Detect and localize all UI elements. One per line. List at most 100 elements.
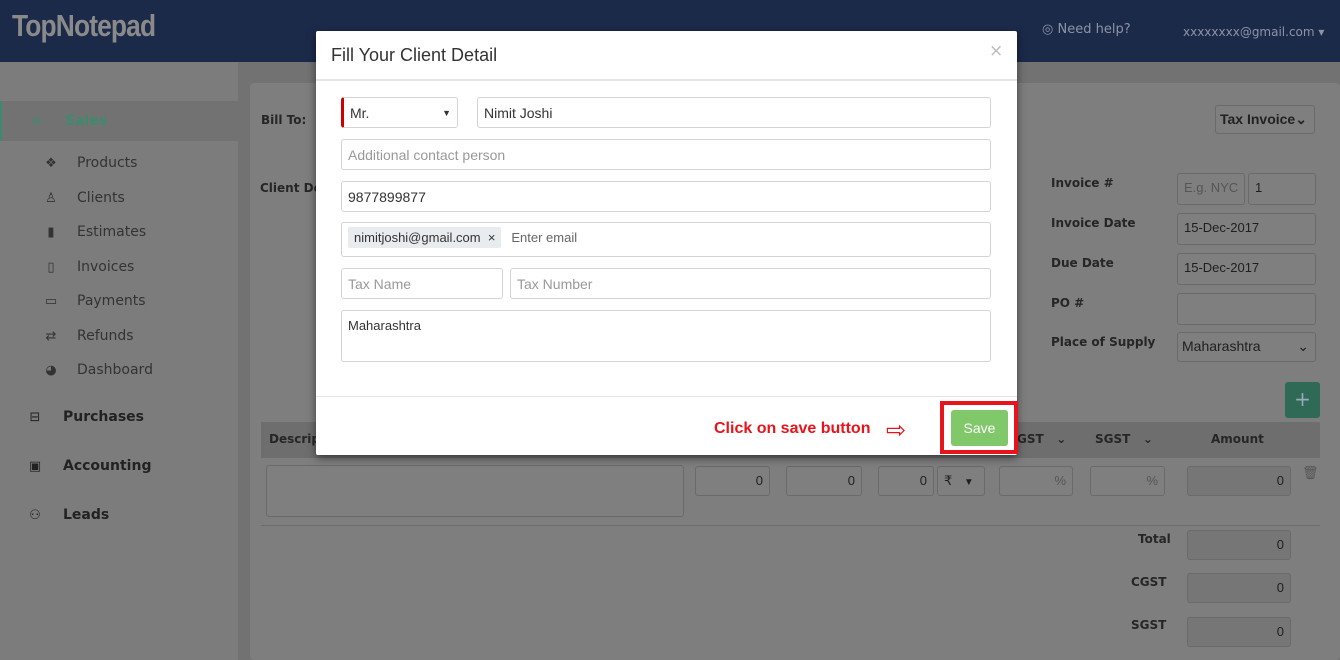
sidebar-item-clients[interactable]: ♙ Clients: [40, 190, 125, 206]
sgst-total-label: SGST: [1131, 618, 1167, 632]
sidebar-item-leads[interactable]: ⚇ Leads: [0, 495, 238, 535]
client-name-input[interactable]: Nimit Joshi: [477, 97, 991, 128]
sidebar-label: Purchases: [63, 409, 145, 425]
logo[interactable]: TopNotepad: [12, 8, 156, 44]
salutation-value: Mr.: [350, 105, 370, 121]
sgst-input[interactable]: %: [1090, 466, 1165, 496]
place-of-supply-select[interactable]: Maharashtra ⌄: [1177, 332, 1316, 362]
annotation-text: Click on save button: [714, 420, 871, 437]
invoice-date-label: Invoice Date: [1051, 216, 1136, 230]
sgst-total-value: 0: [1187, 617, 1291, 647]
sidebar-item-accounting[interactable]: ▣ Accounting: [0, 446, 238, 486]
cgst-total-label: CGST: [1131, 575, 1167, 589]
total-value: 0: [1187, 530, 1291, 560]
sidebar-label: Invoices: [77, 259, 135, 275]
sidebar-item-refunds[interactable]: ⇄ Refunds: [40, 328, 134, 344]
exchange-icon: ⇄: [45, 328, 57, 344]
modal-header-divider: [316, 79, 1017, 81]
po-input[interactable]: [1177, 293, 1316, 325]
email-tag-text: nimitjoshi@gmail.com: [354, 230, 481, 245]
sidebar-item-dashboard[interactable]: ◕ Dashboard: [40, 362, 153, 378]
need-help-link[interactable]: ◎ Need help?: [1042, 22, 1131, 37]
total-label: Total: [1138, 532, 1171, 546]
sidebar-label: Dashboard: [77, 362, 153, 378]
invoice-type-select[interactable]: Tax Invoice⌄: [1215, 105, 1315, 134]
file-icon: ▮: [47, 224, 55, 240]
discount-type-select[interactable]: ₹ ▼: [937, 466, 985, 496]
sidebar-item-payments[interactable]: ▭ Payments: [40, 293, 146, 309]
place-of-supply-label: Place of Supply: [1051, 335, 1156, 349]
file-outline-icon: ▯: [47, 259, 55, 275]
sidebar-label: Refunds: [77, 328, 134, 344]
add-row-button[interactable]: +: [1285, 382, 1320, 418]
quantity-input[interactable]: 0: [695, 466, 770, 496]
description-header: Descrip: [269, 432, 320, 446]
sidebar-label: Estimates: [77, 224, 147, 240]
sidebar-item-products[interactable]: ❖ Products: [40, 155, 137, 171]
minus-square-icon: ⊟: [29, 409, 41, 425]
amount-header: Amount: [1211, 432, 1264, 446]
sidebar-item-sales[interactable]: ≋ Sales: [0, 101, 238, 141]
due-date-label: Due Date: [1051, 256, 1114, 270]
sgst-header-label: SGST: [1095, 432, 1131, 446]
additional-contact-input[interactable]: Additional contact person: [341, 139, 991, 170]
sidebar-label: Products: [77, 155, 138, 171]
close-icon[interactable]: ×: [989, 41, 1003, 61]
cgst-input[interactable]: %: [999, 466, 1073, 496]
discount-input[interactable]: 0: [878, 466, 934, 496]
invoice-number-input[interactable]: 1: [1248, 173, 1316, 205]
place-value: Maharashtra: [1182, 338, 1261, 354]
email-tags-input[interactable]: nimitjoshi@gmail.com × Enter email: [341, 222, 991, 257]
modal-footer-divider: [316, 396, 1017, 397]
help-label: Need help?: [1057, 22, 1131, 37]
sidebar-item-estimates[interactable]: ▮ Estimates: [40, 224, 146, 240]
po-label: PO #: [1051, 296, 1085, 310]
remove-tag-icon[interactable]: ×: [488, 230, 496, 245]
email-placeholder: Enter email: [511, 230, 578, 245]
caret-down-icon: ▼: [963, 477, 974, 488]
chevron-down-icon: ⌄: [1295, 111, 1307, 127]
invoice-type-value: Tax Invoice: [1220, 111, 1296, 127]
sidebar-label: Leads: [63, 507, 110, 523]
caret-down-icon: ▾: [1318, 25, 1325, 39]
cgst-header[interactable]: GST ⌄: [1017, 432, 1066, 446]
cubes-icon: ❖: [45, 155, 57, 171]
sidebar-label: Accounting: [63, 458, 152, 474]
arrow-right-icon: ⇨: [886, 416, 907, 444]
bill-to-label: Bill To:: [261, 113, 307, 127]
save-button[interactable]: Save: [951, 410, 1008, 446]
invoice-date-input[interactable]: 15-Dec-2017: [1177, 213, 1316, 245]
user-email: xxxxxxxx@gmail.com: [1183, 25, 1315, 39]
credit-card-icon: ▭: [44, 293, 58, 309]
email-tag: nimitjoshi@gmail.com ×: [348, 227, 502, 248]
sidebar-item-invoices[interactable]: ▯ Invoices: [40, 259, 134, 275]
modal-title: Fill Your Client Detail: [331, 45, 498, 65]
cgst-header-label: GST: [1017, 432, 1044, 446]
due-date-input[interactable]: 15-Dec-2017: [1177, 253, 1316, 285]
sgst-header[interactable]: SGST ⌄: [1095, 432, 1153, 446]
invoice-prefix-input[interactable]: E.g. NYC: [1177, 173, 1245, 205]
caret-down-icon: ▼: [442, 108, 451, 118]
phone-input[interactable]: 9877899877: [341, 181, 991, 212]
dashboard-icon: ◕: [45, 362, 57, 378]
address-textarea[interactable]: Maharashtra: [341, 310, 991, 362]
trash-icon[interactable]: 🗑: [1302, 466, 1319, 481]
cgst-total-value: 0: [1187, 573, 1291, 603]
layers-icon: ≋: [31, 113, 43, 129]
tax-name-input[interactable]: Tax Name: [341, 268, 503, 299]
divider: [261, 525, 1320, 526]
users-icon: ⚇: [29, 507, 41, 523]
sidebar: [0, 62, 238, 660]
sidebar-item-purchases[interactable]: ⊟ Purchases: [0, 397, 238, 437]
sidebar-label: Sales: [65, 113, 108, 129]
client-details-label: Client De: [260, 181, 322, 195]
user-icon: ♙: [45, 190, 57, 206]
sidebar-label: Clients: [77, 190, 125, 206]
tax-number-input[interactable]: Tax Number: [510, 268, 991, 299]
description-input[interactable]: [266, 465, 684, 517]
chevron-down-icon: ⌄: [1297, 338, 1309, 354]
lifebuoy-icon: ◎: [1042, 22, 1058, 37]
rate-input[interactable]: 0: [786, 466, 862, 496]
salutation-select[interactable]: Mr. ▼: [341, 97, 458, 128]
user-menu[interactable]: xxxxxxxx@gmail.com ▾: [1183, 25, 1324, 39]
